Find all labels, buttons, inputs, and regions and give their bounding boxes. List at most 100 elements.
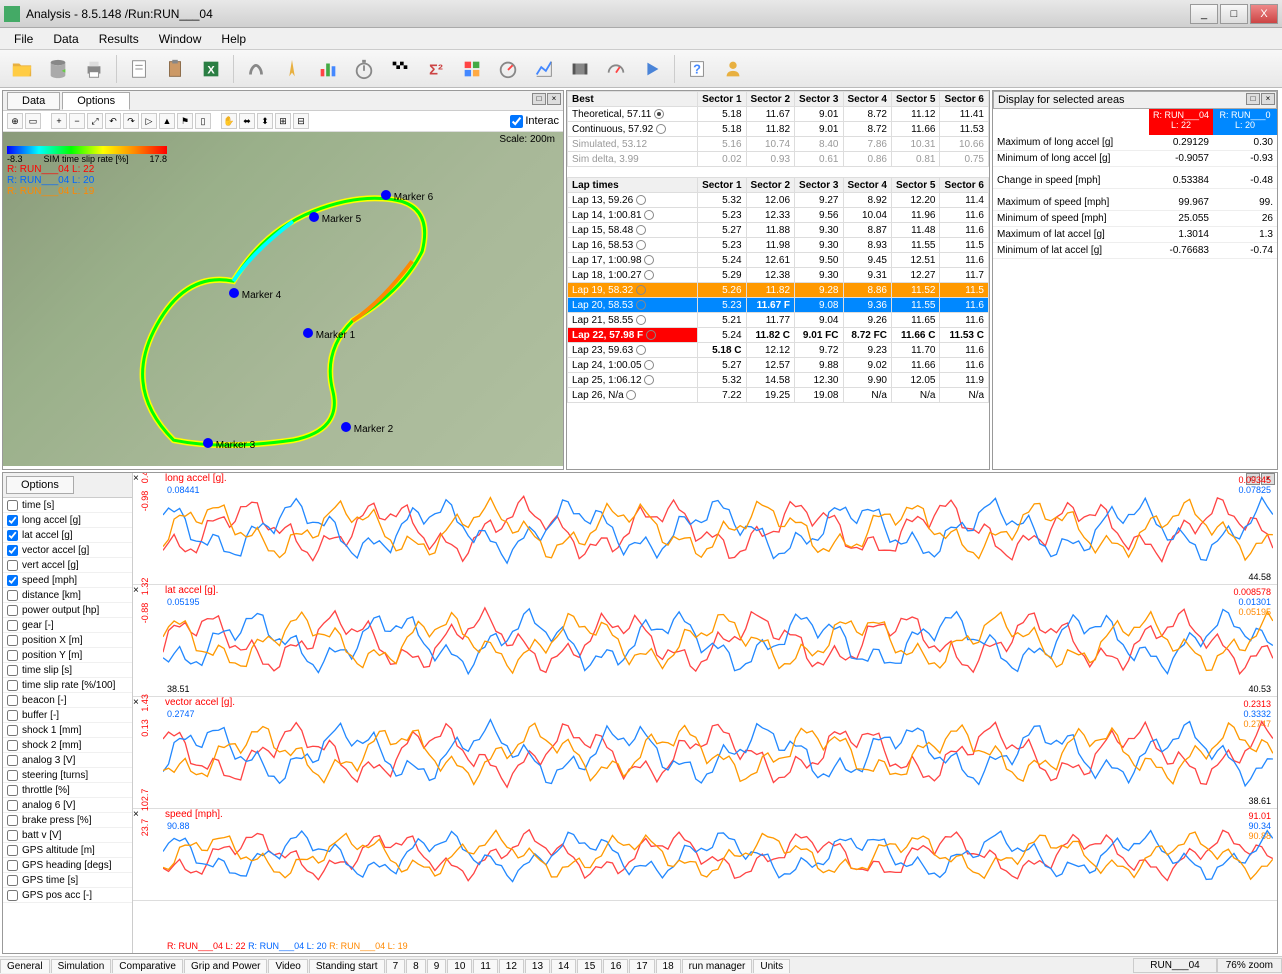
excel-icon[interactable]: X [195, 54, 227, 84]
chart-option[interactable]: power output [hp] [3, 603, 132, 618]
table-row[interactable]: Continuous, 57.92 5.1811.829.018.7211.66… [568, 122, 989, 137]
marker-add-icon[interactable]: ▲ [159, 113, 175, 129]
undo-icon[interactable]: ↶ [105, 113, 121, 129]
charts-area[interactable]: □ × ×-0.98 0.42long accel [g].0.084410.0… [133, 473, 1277, 953]
chart-option[interactable]: analog 6 [V] [3, 798, 132, 813]
table-row[interactable]: Theoretical, 57.11 5.1811.679.018.7211.1… [568, 107, 989, 122]
status-tab[interactable]: 15 [577, 959, 602, 973]
notes-icon[interactable] [123, 54, 155, 84]
table-row[interactable]: Sim delta, 3.990.020.930.610.860.810.75 [568, 152, 989, 167]
status-tab[interactable]: 14 [551, 959, 576, 973]
menu-help[interactable]: Help [211, 30, 256, 48]
flag-icon[interactable] [384, 54, 416, 84]
chart-option[interactable]: steering [turns] [3, 768, 132, 783]
table-row[interactable]: Lap 14, 1:00.81 5.2312.339.5610.0411.961… [568, 208, 989, 223]
chart-option[interactable]: buffer [-] [3, 708, 132, 723]
chart-option[interactable]: vert accel [g] [3, 558, 132, 573]
grid-icon[interactable] [456, 54, 488, 84]
chart-option[interactable]: GPS altitude [m] [3, 843, 132, 858]
status-tab[interactable]: 12 [499, 959, 524, 973]
track-marker[interactable]: Marker 3 [203, 438, 255, 451]
track-marker[interactable]: Marker 4 [229, 288, 281, 301]
redo-icon[interactable]: ↷ [123, 113, 139, 129]
bar-chart-icon[interactable] [312, 54, 344, 84]
track-marker[interactable]: Marker 2 [341, 422, 393, 435]
status-tab[interactable]: 8 [406, 959, 426, 973]
chart-option[interactable]: position X [m] [3, 633, 132, 648]
chart-option[interactable]: gear [-] [3, 618, 132, 633]
chart-option[interactable]: time slip rate [%/100] [3, 678, 132, 693]
database-icon[interactable] [42, 54, 74, 84]
zoom-out-icon[interactable]: − [69, 113, 85, 129]
menu-file[interactable]: File [4, 30, 43, 48]
compass-icon[interactable] [276, 54, 308, 84]
stopwatch-icon[interactable] [348, 54, 380, 84]
status-tab[interactable]: run manager [682, 959, 753, 973]
interactive-checkbox[interactable] [510, 115, 523, 128]
film-icon[interactable] [564, 54, 596, 84]
chart-option[interactable]: GPS pos acc [-] [3, 888, 132, 903]
chart-option[interactable]: long accel [g] [3, 513, 132, 528]
panel-max-icon[interactable]: □ [1246, 93, 1260, 105]
clipboard-icon[interactable] [159, 54, 191, 84]
panel-close-icon[interactable]: × [547, 93, 561, 105]
table-row[interactable]: Lap 15, 58.48 5.2711.889.308.8711.4811.6 [568, 223, 989, 238]
status-tab[interactable]: Standing start [309, 959, 385, 973]
xy-chart-icon[interactable] [528, 54, 560, 84]
chart-option[interactable]: speed [mph] [3, 573, 132, 588]
sigma-icon[interactable]: Σ² [420, 54, 452, 84]
timer-icon[interactable] [492, 54, 524, 84]
chart-option[interactable]: shock 2 [mm] [3, 738, 132, 753]
table-row[interactable]: Simulated, 53.125.1610.748.407.8610.3110… [568, 137, 989, 152]
status-tab[interactable]: 10 [447, 959, 472, 973]
split-h-icon[interactable]: ⬌ [239, 113, 255, 129]
chart-option[interactable]: vector accel [g] [3, 543, 132, 558]
chart-long-accel--g--[interactable]: ×-0.98 0.42long accel [g].0.084410.09345… [133, 473, 1277, 585]
gauge-icon[interactable] [600, 54, 632, 84]
minimize-button[interactable]: _ [1190, 4, 1218, 24]
menu-data[interactable]: Data [43, 30, 88, 48]
status-tab[interactable]: 7 [386, 959, 406, 973]
chart-option[interactable]: batt v [V] [3, 828, 132, 843]
chart-option[interactable]: GPS heading [degs] [3, 858, 132, 873]
table-row[interactable]: Lap 22, 57.98 F 5.2411.82 C9.01 FC8.72 F… [568, 328, 989, 343]
user-icon[interactable] [717, 54, 749, 84]
open-folder-icon[interactable] [6, 54, 38, 84]
forward-icon[interactable]: ▷ [141, 113, 157, 129]
menu-results[interactable]: Results [89, 30, 149, 48]
chart-option[interactable]: position Y [m] [3, 648, 132, 663]
track-marker[interactable]: Marker 5 [309, 212, 361, 225]
help-icon[interactable]: ? [681, 54, 713, 84]
table-row[interactable]: Lap 18, 1:00.27 5.2912.389.309.3112.2711… [568, 268, 989, 283]
chart-option[interactable]: analog 3 [V] [3, 753, 132, 768]
chart-option[interactable]: lat accel [g] [3, 528, 132, 543]
chart-vector-accel--g--[interactable]: ×0.13 1.43vector accel [g].0.27470.23130… [133, 697, 1277, 809]
chart-option[interactable]: brake press [%] [3, 813, 132, 828]
grid2-icon[interactable]: ⊟ [293, 113, 309, 129]
panel-max-icon[interactable]: □ [532, 93, 546, 105]
table-row[interactable]: Lap 16, 58.53 5.2311.989.308.9311.5511.5 [568, 238, 989, 253]
tab-data[interactable]: Data [7, 92, 60, 110]
chart-option[interactable]: distance [km] [3, 588, 132, 603]
status-tab[interactable]: 18 [656, 959, 681, 973]
status-tab[interactable]: General [0, 959, 50, 973]
chart-option[interactable]: time slip [s] [3, 663, 132, 678]
chart-option[interactable]: time [s] [3, 498, 132, 513]
play-icon[interactable] [636, 54, 668, 84]
table-row[interactable]: Lap 25, 1:06.12 5.3214.5812.309.9012.051… [568, 373, 989, 388]
close-button[interactable]: X [1250, 4, 1278, 24]
panel-close-icon[interactable]: × [1261, 93, 1275, 105]
rect-select-icon[interactable]: ▭ [25, 113, 41, 129]
chart-lat-accel--g--[interactable]: ×-0.88 1.32lat accel [g].0.051950.008578… [133, 585, 1277, 697]
table-row[interactable]: Lap 26, N/a 7.2219.2519.08N/aN/aN/a [568, 388, 989, 403]
chart-option[interactable]: shock 1 [mm] [3, 723, 132, 738]
table-row[interactable]: Lap 13, 59.26 5.3212.069.278.9212.2011.4 [568, 193, 989, 208]
status-tab[interactable]: Grip and Power [184, 959, 267, 973]
tab-options[interactable]: Options [62, 92, 130, 110]
track-marker[interactable]: Marker 1 [303, 328, 355, 341]
split-v-icon[interactable]: ⬍ [257, 113, 273, 129]
table-row[interactable]: Lap 21, 58.55 5.2111.779.049.2611.6511.6 [568, 313, 989, 328]
maximize-button[interactable]: □ [1220, 4, 1248, 24]
chart-option[interactable]: beacon [-] [3, 693, 132, 708]
table-row[interactable]: Lap 17, 1:00.98 5.2412.619.509.4512.5111… [568, 253, 989, 268]
